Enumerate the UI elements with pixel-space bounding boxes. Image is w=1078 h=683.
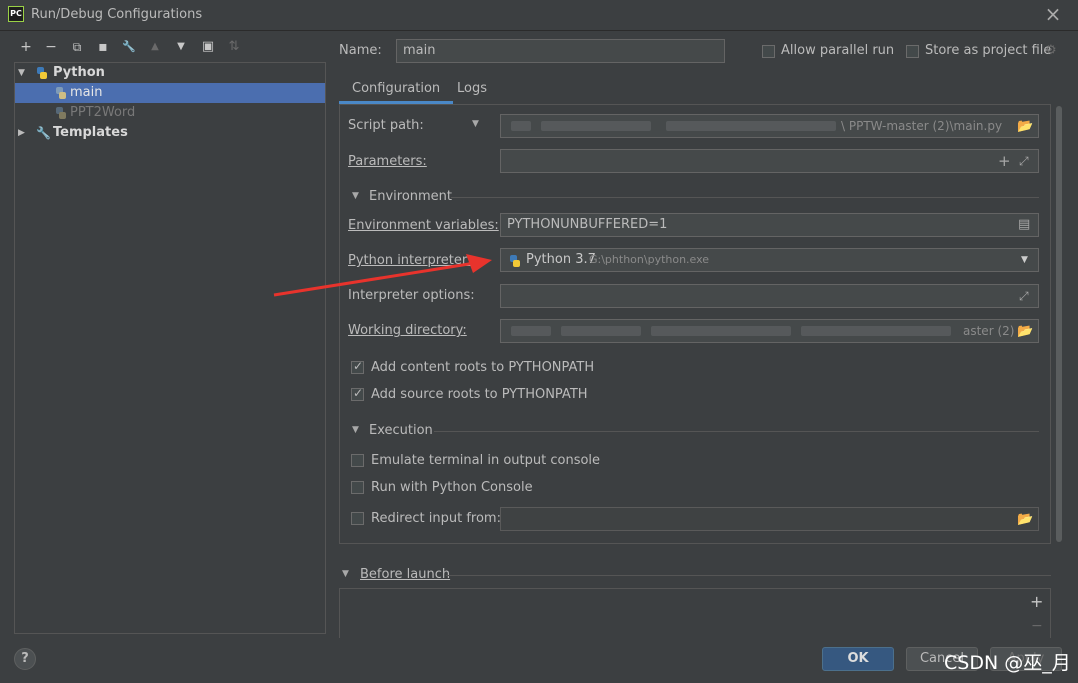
interpreter-options-input[interactable]: ⤢ [500, 284, 1039, 308]
gear-icon[interactable]: ⚙ [1045, 43, 1057, 58]
tree-item-main[interactable]: main [15, 83, 325, 103]
environment-section-title: Environment [369, 189, 453, 204]
add-icon[interactable]: + [17, 38, 35, 56]
tree-group-python[interactable]: ▼ Python [15, 63, 325, 83]
python-icon [37, 67, 47, 79]
new-folder-icon[interactable]: ▣ [199, 38, 217, 56]
working-dir-value: aster (2) [963, 324, 1015, 338]
interpreter-name: Python 3.7 [526, 252, 596, 267]
before-launch-collapse-icon[interactable]: ▼ [342, 569, 349, 579]
folder-icon[interactable]: 📂 [1017, 321, 1033, 343]
run-python-console-checkbox[interactable] [351, 481, 364, 494]
tree-item-ppt2word[interactable]: PPT2Word [15, 103, 325, 123]
section-divider [451, 197, 1039, 198]
interpreter-select[interactable]: Python 3.7 G:\phthon\python.exe ▼ [500, 248, 1039, 272]
tree-label-main: main [70, 85, 103, 100]
tree-label-python: Python [53, 65, 105, 80]
before-launch-list [339, 588, 1051, 638]
redirect-input-label: Redirect input from: [371, 511, 501, 526]
script-path-value: \ PPTW-master (2)\main.py [841, 119, 1003, 133]
allow-parallel-label: Allow parallel run [781, 43, 895, 58]
folder-icon[interactable]: 📂 [1017, 116, 1033, 138]
script-path-label: Script path: [348, 118, 424, 133]
name-input[interactable]: main [396, 39, 725, 63]
remove-task-icon[interactable]: − [1031, 618, 1043, 634]
move-up-icon[interactable]: ▲ [146, 38, 164, 56]
store-project-checkbox[interactable] [906, 45, 919, 58]
copy-icon[interactable]: ⧉ [68, 38, 86, 56]
environment-collapse-icon[interactable]: ▼ [352, 191, 359, 201]
tree-group-templates[interactable]: ▶ 🔧 Templates [15, 123, 325, 143]
expand-icon[interactable]: ⤢ [1019, 285, 1029, 307]
wrench-icon: 🔧 [36, 126, 51, 140]
working-dir-label: Working directory: [348, 323, 467, 338]
watermark: CSDN @巫_月 [944, 652, 1071, 674]
env-vars-input[interactable]: PYTHONUNBUFFERED=1 [500, 213, 1039, 237]
wrench-icon[interactable]: 🔧 [120, 38, 138, 56]
close-icon[interactable]: × [1043, 4, 1063, 24]
window-title: Run/Debug Configurations [31, 7, 203, 22]
add-source-roots-label: Add source roots to PYTHONPATH [371, 387, 588, 402]
add-content-roots-label: Add content roots to PYTHONPATH [371, 360, 595, 375]
script-type-dropdown-icon[interactable]: ▼ [472, 119, 479, 129]
help-button[interactable]: ? [14, 648, 36, 670]
execution-section-title: Execution [369, 423, 433, 438]
add-content-roots-checkbox[interactable] [351, 359, 364, 374]
script-path-input[interactable]: \ PPTW-master (2)\main.py 📂 [500, 114, 1039, 138]
remove-icon[interactable]: − [42, 38, 60, 56]
parameters-label: Parameters: [348, 154, 427, 169]
document-icon[interactable]: ▤ [1018, 217, 1030, 232]
emulate-terminal-checkbox[interactable] [351, 454, 364, 467]
tabs: Configuration Logs [339, 76, 1051, 104]
execution-collapse-icon[interactable]: ▼ [352, 425, 359, 435]
env-vars-label: Environment variables: [348, 218, 499, 233]
parameters-input[interactable]: + ⤢ [500, 149, 1039, 173]
chevron-down-icon[interactable]: ▼ [1021, 249, 1028, 271]
python-file-icon [56, 107, 66, 119]
tab-logs[interactable]: Logs [444, 76, 500, 104]
run-python-console-label: Run with Python Console [371, 480, 533, 495]
python-icon [510, 255, 520, 267]
sort-icon[interactable]: ⇅ [225, 38, 243, 56]
save-icon[interactable]: ▪ [94, 38, 112, 56]
add-icon[interactable]: + [998, 150, 1011, 172]
before-launch-title: Before launch [360, 567, 451, 582]
move-down-icon[interactable]: ▼ [172, 38, 190, 56]
configuration-tree: ▼ Python main PPT2Word ▶ 🔧 Templates [14, 62, 326, 634]
add-source-roots-checkbox[interactable] [351, 386, 364, 401]
title-bar: PC Run/Debug Configurations × [0, 0, 1078, 31]
python-file-icon [56, 87, 66, 99]
name-label: Name: [339, 43, 382, 58]
allow-parallel-checkbox[interactable] [762, 45, 775, 58]
expand-icon[interactable]: ⤢ [1019, 150, 1029, 172]
store-project-label: Store as project file [925, 43, 1052, 58]
expand-triangle-icon[interactable]: ▼ [18, 63, 28, 83]
annotation-arrow [273, 254, 492, 297]
redirect-input-checkbox[interactable] [351, 512, 364, 525]
tab-configuration[interactable]: Configuration [339, 76, 454, 104]
add-task-icon[interactable]: + [1030, 592, 1043, 611]
tree-label-ppt2word: PPT2Word [70, 105, 136, 120]
section-divider [434, 431, 1039, 432]
ok-button[interactable]: OK [822, 647, 894, 671]
section-divider [446, 575, 1051, 576]
pycharm-logo-icon: PC [8, 6, 24, 22]
emulate-terminal-label: Emulate terminal in output console [371, 453, 601, 468]
folder-icon[interactable]: 📂 [1017, 509, 1033, 531]
redirect-input-field[interactable]: 📂 [500, 507, 1039, 531]
collapse-triangle-icon[interactable]: ▶ [18, 123, 28, 143]
interpreter-path: G:\phthon\python.exe [589, 253, 710, 266]
tree-label-templates: Templates [53, 125, 128, 140]
working-dir-input[interactable]: aster (2) 📂 [500, 319, 1039, 343]
scrollbar-thumb[interactable] [1056, 106, 1062, 542]
